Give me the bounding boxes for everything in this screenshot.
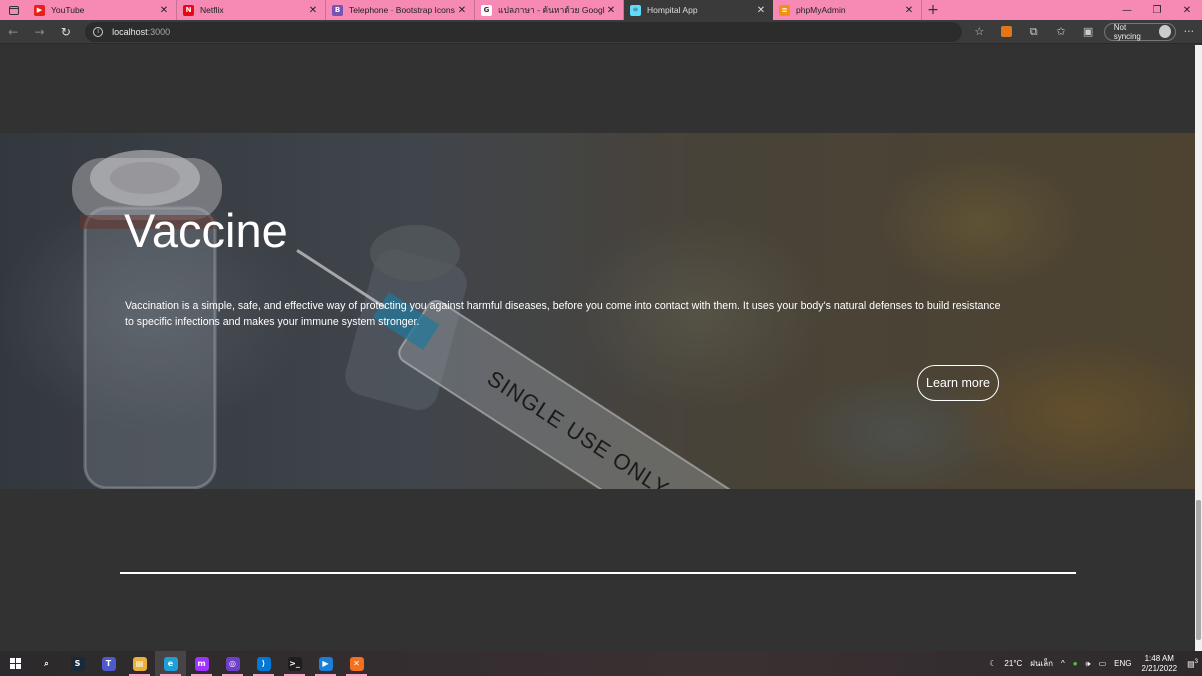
notification-count: 3 xyxy=(1194,658,1198,665)
url-port: :3000 xyxy=(147,26,171,37)
close-tab-icon[interactable]: ✕ xyxy=(605,5,617,16)
tab-actions-menu-button[interactable] xyxy=(0,0,28,20)
tab-youtube[interactable]: ▶ YouTube ✕ xyxy=(28,0,177,20)
window-controls: — ❐ ✕ xyxy=(1112,0,1202,20)
learn-more-button[interactable]: Learn more xyxy=(917,365,999,401)
xampp-icon: ✕ xyxy=(349,656,364,671)
clock-date: 2/21/2022 xyxy=(1141,663,1178,673)
github-desktop-taskbar-button[interactable]: ◎ xyxy=(217,651,248,676)
url-field[interactable]: i localhost:3000 xyxy=(85,21,962,42)
edge-taskbar-button[interactable]: e xyxy=(155,651,186,676)
page-viewport: SINGLE USE ONLY Vaccine Vaccination is a… xyxy=(0,45,1195,651)
favorites-icon[interactable]: ✩ xyxy=(1047,20,1074,44)
messenger-taskbar-button[interactable]: m xyxy=(186,651,217,676)
tab-title: phpMyAdmin xyxy=(796,5,846,15)
add-favorite-icon[interactable]: ☆ xyxy=(966,20,993,44)
search-taskbar-button[interactable]: ⌕ xyxy=(31,651,62,676)
github-desktop-icon: ◎ xyxy=(225,656,240,671)
hero-title: Vaccine xyxy=(124,204,288,257)
xampp-taskbar-button[interactable]: ✕ xyxy=(341,651,372,676)
close-window-button[interactable]: ✕ xyxy=(1172,0,1202,20)
start-button[interactable] xyxy=(0,651,31,676)
section-divider xyxy=(120,572,1076,574)
search-icon: ⌕ xyxy=(44,658,49,668)
system-tray: ☾ 21°C ฝนเล็ก ^ ● 🕪 ▭ ENG 1:48 AM 2/21/2… xyxy=(985,654,1202,674)
tab-list: ▶ YouTube ✕ N Netflix ✕ B Telephone · Bootstrap… xyxy=(28,0,922,20)
vaccine-hero-banner: SINGLE USE ONLY Vaccine Vaccination is a… xyxy=(0,133,1195,489)
refresh-button[interactable]: ↻ xyxy=(53,20,79,44)
notification-center-icon[interactable]: ▤3 xyxy=(1187,659,1198,669)
toolbar-icons: ☆ ⧉ ✩ ▣ Not syncing ··· xyxy=(966,20,1202,44)
tab-actions-icon xyxy=(9,5,19,15)
profile-sync-button[interactable]: Not syncing xyxy=(1103,22,1176,41)
terminal-taskbar-button[interactable]: >_ xyxy=(279,651,310,676)
react-app-icon: ⚛ xyxy=(630,4,641,16)
media-player-taskbar-button[interactable]: ▶ xyxy=(310,651,341,676)
messenger-icon: m xyxy=(194,656,209,671)
windows-logo-icon xyxy=(10,658,21,669)
terminal-icon: >_ xyxy=(287,656,302,671)
site-info-icon[interactable]: i xyxy=(93,26,104,37)
input-language[interactable]: ENG xyxy=(1114,659,1131,668)
file-explorer-taskbar-button[interactable]: ▤ xyxy=(124,651,155,676)
xbox-icon[interactable]: ● xyxy=(1073,659,1078,668)
tab-phpmyadmin[interactable]: ≡ phpMyAdmin ✕ xyxy=(773,0,922,20)
vscode-taskbar-button[interactable]: ⟩ xyxy=(248,651,279,676)
tab-netflix[interactable]: N Netflix ✕ xyxy=(177,0,326,20)
close-tab-icon[interactable]: ✕ xyxy=(158,5,170,16)
url-host: localhost xyxy=(112,26,148,37)
close-tab-icon[interactable]: ✕ xyxy=(456,5,468,16)
tab-title: Netflix xyxy=(200,5,224,15)
scrollbar-thumb[interactable] xyxy=(1196,500,1201,640)
new-tab-button[interactable]: + xyxy=(922,0,944,20)
hero-description: Vaccination is a simple, safe, and effec… xyxy=(125,300,1001,328)
steam-icon: S xyxy=(70,656,85,671)
volume-icon[interactable]: 🕪 xyxy=(1086,659,1091,669)
tab-title: YouTube xyxy=(51,5,85,15)
back-button[interactable]: ← xyxy=(0,20,26,44)
temperature[interactable]: 21°C xyxy=(1004,659,1022,668)
forward-button[interactable]: → xyxy=(26,20,52,44)
youtube-icon: ▶ xyxy=(34,4,45,16)
extensions-icon[interactable]: ⧉ xyxy=(1020,20,1047,44)
settings-more-icon[interactable]: ··· xyxy=(1176,25,1202,38)
steam-taskbar-button[interactable]: S xyxy=(62,651,93,676)
tab-google[interactable]: G แปลภาษา - ค้นหาด้วย Google ✕ xyxy=(475,0,624,20)
network-icon[interactable]: ▭ xyxy=(1099,659,1107,668)
google-icon: G xyxy=(481,4,492,16)
file-explorer-icon: ▤ xyxy=(132,656,147,671)
bootstrap-icon: B xyxy=(332,4,343,16)
page-scrollbar[interactable] xyxy=(1195,45,1202,651)
sync-status-label: Not syncing xyxy=(1113,22,1141,41)
tab-bootstrap[interactable]: B Telephone · Bootstrap Icons ✕ xyxy=(326,0,475,20)
metamask-extension-icon[interactable] xyxy=(993,20,1020,44)
collections-icon[interactable]: ▣ xyxy=(1075,20,1102,44)
show-hidden-icons-icon[interactable]: ^ xyxy=(1061,659,1065,668)
clock-time: 1:48 AM xyxy=(1144,653,1174,663)
minimize-button[interactable]: — xyxy=(1112,0,1142,20)
vscode-icon: ⟩ xyxy=(256,656,271,671)
avatar xyxy=(1158,25,1171,38)
tab-title: Telephone · Bootstrap Icons xyxy=(349,5,455,15)
tab-title: Hompital App xyxy=(647,5,698,15)
taskbar-apps: ⌕ S T ▤ e m ◎ ⟩ >_ ▶ ✕ xyxy=(31,651,372,676)
weather-text[interactable]: ฝนเล็ก xyxy=(1030,657,1053,670)
netflix-icon: N xyxy=(183,4,194,16)
tab-title: แปลภาษา - ค้นหาด้วย Google xyxy=(498,5,605,15)
edge-icon: e xyxy=(163,656,178,671)
teams-taskbar-button[interactable]: T xyxy=(93,651,124,676)
restore-button[interactable]: ❐ xyxy=(1142,0,1172,20)
teams-icon: T xyxy=(101,656,116,671)
tab-react-app[interactable]: ⚛ Hompital App ✕ xyxy=(624,0,773,20)
weather-moon-icon[interactable]: ☾ xyxy=(989,659,996,668)
clock[interactable]: 1:48 AM 2/21/2022 xyxy=(1142,654,1178,674)
windows-taskbar: ⌕ S T ▤ e m ◎ ⟩ >_ ▶ ✕ ☾ 21°C ฝนเล็ก ^ ● 🕪 ▭ ENG 1… xyxy=(0,651,1202,676)
media-player-icon: ▶ xyxy=(318,656,333,671)
address-bar-row: ← → ↻ i localhost:3000 ☆ ⧉ ✩ ▣ Not synci… xyxy=(0,20,1202,44)
close-tab-icon[interactable]: ✕ xyxy=(755,5,767,16)
close-tab-icon[interactable]: ✕ xyxy=(903,5,915,16)
close-tab-icon[interactable]: ✕ xyxy=(307,5,319,16)
phpmyadmin-icon: ≡ xyxy=(779,4,790,16)
tab-strip: ▶ YouTube ✕ N Netflix ✕ B Telephone · Bootstrap… xyxy=(0,0,1202,20)
